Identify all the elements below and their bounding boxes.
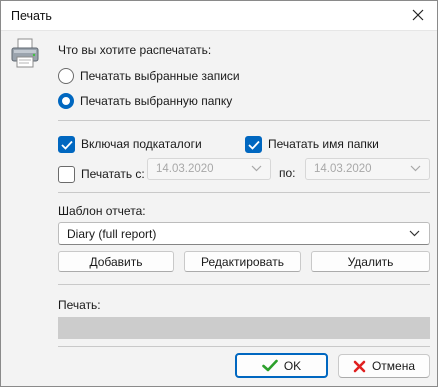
to-label: по: [279, 166, 296, 180]
date-from-picker[interactable]: 14.03.2020 [147, 158, 271, 180]
chevron-down-icon [409, 230, 420, 237]
radio-label: Печатать выбранную папку [80, 94, 233, 108]
chevron-down-icon [251, 165, 262, 172]
template-selected-value: Diary (full report) [67, 227, 157, 241]
cross-icon [353, 360, 366, 372]
template-select[interactable]: Diary (full report) [58, 222, 430, 245]
radio-button[interactable] [58, 68, 74, 84]
printer-icon [11, 38, 39, 68]
checkbox[interactable] [58, 135, 75, 153]
print-dialog: Печать Что вы хотите распечатать: Печата… [0, 0, 438, 387]
add-template-button[interactable]: Добавить [58, 251, 174, 272]
close-button[interactable] [407, 6, 429, 26]
checkbox-include-subfolders[interactable]: Включая подкаталоги [58, 135, 202, 153]
print-progress-bar [58, 317, 430, 339]
radio-button-checked[interactable] [58, 93, 74, 109]
delete-template-button[interactable]: Удалить [311, 251, 430, 272]
divider [58, 346, 430, 347]
radio-print-selected-records[interactable]: Печатать выбранные записи [58, 67, 240, 85]
checkmark-icon [262, 359, 278, 372]
date-from-value: 14.03.2020 [156, 163, 214, 175]
checkbox[interactable] [245, 135, 262, 153]
checkbox-label: Печатать имя папки [268, 137, 379, 151]
template-label: Шаблон отчета: [58, 204, 146, 218]
checkbox-print-folder-name[interactable]: Печатать имя папки [245, 135, 379, 153]
checkbox-label: Включая подкаталоги [81, 137, 202, 151]
checkbox-label: Печатать с: [81, 167, 145, 181]
checkmark-icon [248, 140, 260, 150]
progress-label: Печать: [58, 298, 101, 312]
radio-label: Печатать выбранные записи [80, 69, 240, 83]
checkbox-print-from[interactable]: Печатать с: [58, 165, 145, 183]
cancel-button[interactable]: Отмена [338, 354, 430, 378]
radio-print-selected-folder[interactable]: Печатать выбранную папку [58, 92, 232, 110]
checkmark-icon [61, 140, 73, 150]
close-icon [412, 9, 424, 21]
date-to-value: 14.03.2020 [314, 163, 372, 175]
ok-button[interactable]: OK [235, 353, 328, 378]
print-question-label: Что вы хотите распечатать: [58, 43, 212, 57]
title-bar: Печать [1, 1, 437, 31]
divider [58, 120, 430, 121]
window-title: Печать [11, 9, 52, 23]
ok-label: OK [283, 358, 302, 373]
divider [58, 192, 430, 193]
divider [58, 284, 430, 285]
date-to-picker[interactable]: 14.03.2020 [305, 158, 430, 180]
cancel-label: Отмена [371, 359, 416, 373]
edit-template-button[interactable]: Редактировать [184, 251, 301, 272]
checkbox[interactable] [58, 165, 75, 183]
chevron-down-icon [410, 165, 421, 172]
